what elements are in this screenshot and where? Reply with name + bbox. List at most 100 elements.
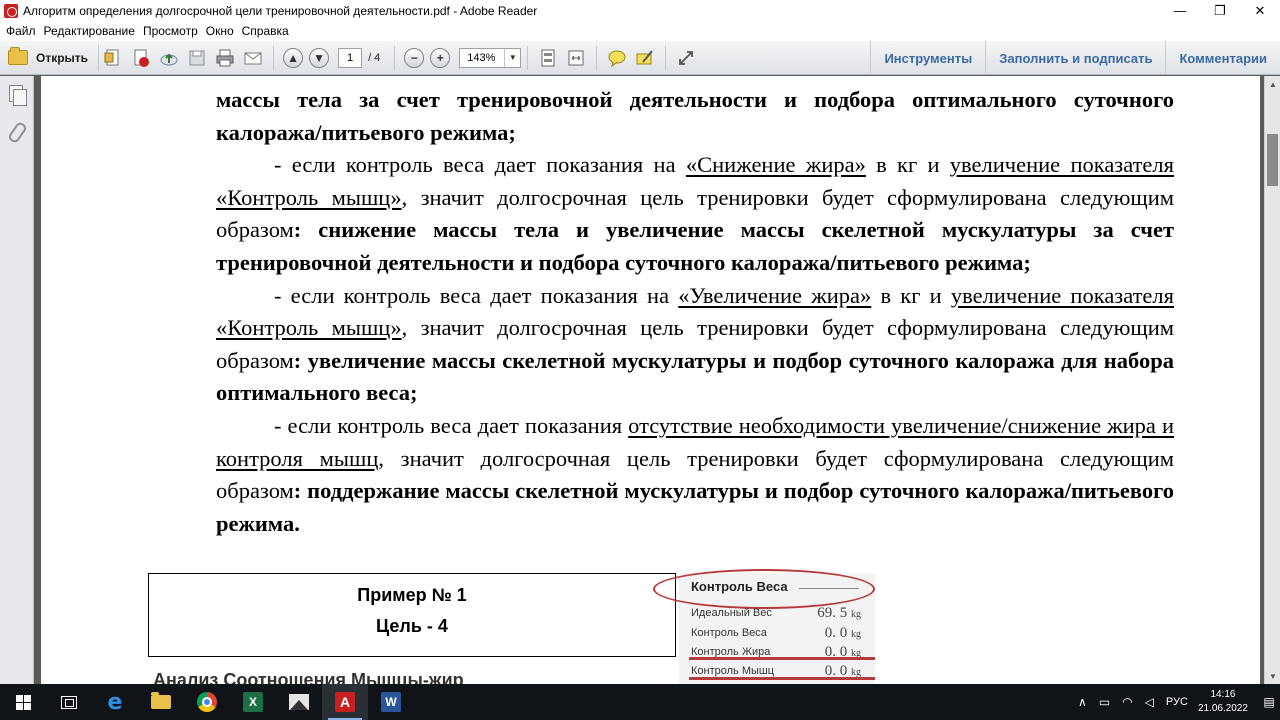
p2-mid: в кг и [865,152,950,178]
scale-row: Контроль Мышц 0. 0 kg [691,663,863,683]
tools-tab[interactable]: Инструменты [870,41,985,75]
page-total: / 4 [368,51,381,64]
windows-logo-icon [15,694,31,710]
open-label: Открыть [36,50,89,65]
comments-tab[interactable]: Комментарии [1165,41,1280,75]
edge-icon: e [107,689,123,715]
scroll-up-icon[interactable]: ▲ [1265,76,1280,92]
sticky-note-button[interactable] [606,47,628,69]
p3-mid: в кг и [871,282,951,308]
menu-file[interactable]: Файл [4,24,42,38]
paragraph-3: - если контроль веса дает показания на «… [216,280,1174,410]
toolbar-separator [394,45,396,70]
task-view-button[interactable] [46,684,92,720]
restore-button[interactable]: ❐ [1200,0,1240,21]
scroll-down-icon[interactable]: ▼ [1265,668,1280,684]
navigation-pane [0,76,34,684]
fill-sign-tab[interactable]: Заполнить и подписать [985,41,1165,75]
p2-underline-1: «Снижение жира» [685,152,866,178]
edge-taskbar-button[interactable]: e [92,684,138,720]
zoom-out-button[interactable]: − [404,47,425,68]
toolbar-separator [527,45,529,70]
pdf-page: массы тела за счет тренировочной деятель… [41,76,1260,684]
vertical-scrollbar[interactable]: ▲ ▼ [1264,76,1280,684]
chrome-taskbar-button[interactable] [184,684,230,720]
wifi-icon[interactable]: ◠ [1122,695,1132,709]
menu-view[interactable]: Просмотр [141,24,204,38]
next-page-button[interactable]: ▼ [309,47,330,68]
excel-taskbar-button[interactable]: X [230,684,276,720]
clock[interactable]: 14:16 21.06.2022 [1198,688,1248,716]
create-pdf-button[interactable] [102,47,124,69]
chevron-up-icon[interactable]: ∧ [1078,695,1087,709]
battery-icon[interactable]: ▭ [1099,695,1110,709]
analysis-title: Анализ Соотношения Мышцы-жир [153,670,464,684]
scale-readout-image: Контроль Веса Идеальный Вес 69. 5 kg Кон… [653,569,875,684]
scale-row-label: Контроль Веса [691,627,767,639]
cloud-upload-icon [160,53,178,65]
comment-bubble-icon [608,50,626,67]
save-icon [189,50,205,65]
zoom-select[interactable]: 143% ▼ [459,47,522,68]
menu-help[interactable]: Справка [240,24,295,38]
photos-taskbar-button[interactable] [276,684,322,720]
save-button[interactable] [186,47,208,69]
word-taskbar-button[interactable]: W [368,684,414,720]
page-number-input[interactable]: 1 [338,47,363,68]
envelope-icon [244,52,262,64]
chrome-icon [197,692,217,712]
scrollbar-thumb[interactable] [1267,134,1278,186]
excel-icon: X [243,692,263,712]
pages-thumbnails-icon[interactable] [7,84,27,106]
paragraph-2: - если контроль веса дает показания на «… [216,149,1174,279]
paragraph-4: - если контроль веса дает показания отсу… [216,410,1174,540]
red-underline-annotation [689,657,875,660]
explorer-taskbar-button[interactable] [138,684,184,720]
highlight-button[interactable] [634,47,656,69]
toolbar-separator [273,45,275,70]
acrobat-taskbar-button[interactable]: A [322,684,368,720]
minus-icon: − [410,50,418,65]
open-button[interactable]: Открыть [8,44,100,71]
attachments-paperclip-icon[interactable] [7,120,27,142]
acrobat-icon: A [335,692,355,712]
word-icon: W [381,692,401,712]
zoom-value: 143% [467,51,496,64]
system-tray: ∧ ▭ ◠ ◁ РУС 14:16 21.06.2022 ▤ [1072,684,1280,720]
volume-icon[interactable]: ◁ [1145,695,1154,709]
paragraph-1: массы тела за счет тренировочной деятель… [216,87,1174,145]
scale-row: Идеальный Вес 69. 5 kg [691,605,863,625]
convert-pdf-button[interactable] [130,47,152,69]
language-indicator[interactable]: РУС [1166,696,1188,708]
photos-icon [289,694,309,710]
zoom-in-button[interactable]: + [430,47,451,68]
scale-value-number: 69. 5 [817,605,848,621]
fit-width-button[interactable] [565,47,587,69]
example-title: Пример № 1 [357,585,467,605]
scale-row: Контроль Веса 0. 0 kg [691,625,863,645]
start-button[interactable] [0,684,46,720]
previous-page-button[interactable]: ▲ [283,47,304,68]
document-viewport[interactable]: массы тела за счет тренировочной деятель… [35,76,1264,684]
fit-page-icon [541,49,555,66]
print-button[interactable] [214,47,236,69]
p2-lead: - если контроль веса дает показания на [274,152,686,178]
fullscreen-button[interactable] [675,47,697,69]
p4-bold: : поддержание массы скелетной мускулатур… [216,478,1174,536]
email-button[interactable] [242,47,264,69]
p3-lead: - если контроль веса дает показания на [274,282,679,308]
scale-header: Контроль Веса [691,579,788,594]
p3-underline-1: «Увеличение жира» [678,282,872,308]
scale-value-unit: kg [851,629,861,640]
close-button[interactable]: ✕ [1240,0,1280,21]
minimize-button[interactable]: — [1160,0,1200,21]
fit-page-button[interactable] [537,47,559,69]
menu-window[interactable]: Окно [204,24,240,38]
upload-cloud-button[interactable] [158,47,180,69]
menu-edit[interactable]: Редактирование [42,24,141,38]
chevron-down-icon[interactable]: ▼ [504,48,520,67]
scale-row-value: 69. 5 kg [817,605,861,622]
print-icon [216,49,234,66]
example-box: Пример № 1 Цель - 4 [148,573,676,657]
notifications-icon[interactable]: ▤ [1258,684,1280,720]
